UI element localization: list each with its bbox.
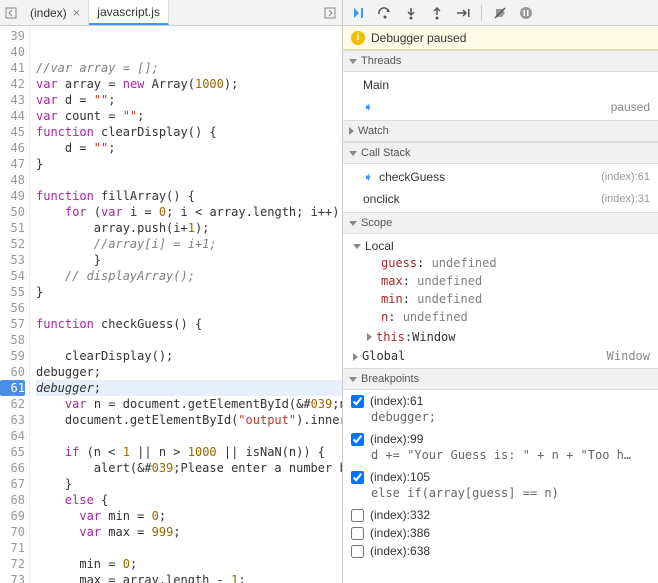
breakpoint-code: else if(array[guess] == n): [343, 486, 633, 506]
callstack-frame[interactable]: onclick (index):31: [343, 188, 658, 210]
section-label: Threads: [361, 55, 401, 67]
tabs-nav-left[interactable]: [0, 0, 22, 25]
tab-label: javascript.js: [97, 5, 160, 19]
var-value: undefined: [432, 256, 497, 270]
breakpoint-location: (index):61: [370, 394, 423, 408]
var-name: max: [381, 274, 403, 288]
breakpoint-location: (index):638: [370, 544, 430, 558]
section-label: Breakpoints: [361, 373, 419, 385]
scope-variable[interactable]: guess: undefined: [343, 256, 658, 274]
breakpoint-checkbox[interactable]: [351, 509, 364, 522]
info-icon: i: [351, 31, 365, 45]
this-value: Window: [412, 330, 455, 344]
pause-exceptions-button[interactable]: [514, 2, 538, 24]
line-gutter: 3940414243444546474849505152535455565758…: [0, 26, 30, 583]
close-icon[interactable]: ×: [73, 5, 81, 20]
section-label: Scope: [361, 217, 392, 229]
breakpoint-location: (index):99: [370, 432, 423, 446]
var-value: undefined: [417, 292, 482, 306]
deactivate-breakpoints-button[interactable]: [488, 2, 512, 24]
expand-icon: [353, 244, 361, 249]
status-text: Debugger paused: [371, 31, 466, 45]
expand-icon: [349, 127, 354, 135]
code-editor[interactable]: 3940414243444546474849505152535455565758…: [0, 26, 342, 583]
step-out-button[interactable]: [425, 2, 449, 24]
breakpoint-row[interactable]: (index):332: [343, 506, 658, 524]
expand-icon: [353, 353, 358, 361]
frame-function: checkGuess: [379, 170, 445, 184]
tab-index[interactable]: (index) ×: [22, 0, 89, 25]
step-button[interactable]: [451, 2, 475, 24]
breakpoint-checkbox[interactable]: [351, 433, 364, 446]
scope-global[interactable]: Global Window: [343, 346, 658, 366]
step-over-button[interactable]: [373, 2, 397, 24]
section-label: Watch: [358, 125, 389, 137]
step-into-button[interactable]: [399, 2, 423, 24]
scope-variable[interactable]: min: undefined: [343, 292, 658, 310]
tab-label: (index): [30, 6, 67, 20]
global-label: Global: [362, 349, 405, 363]
code-lines: //var array = [];var array = new Array(1…: [30, 26, 342, 583]
expand-icon: [349, 59, 357, 64]
debugger-toolbar: [343, 0, 658, 26]
current-frame-icon: ➧: [363, 170, 373, 184]
expand-icon: [349, 377, 357, 382]
breakpoint-row[interactable]: (index):99: [343, 430, 658, 448]
var-name: min: [381, 292, 403, 306]
breakpoint-checkbox[interactable]: [351, 395, 364, 408]
tab-javascript[interactable]: javascript.js: [89, 0, 169, 25]
breakpoint-location: (index):105: [370, 470, 430, 484]
breakpoints-header[interactable]: Breakpoints: [343, 368, 658, 390]
breakpoint-row[interactable]: (index):386: [343, 524, 658, 542]
frame-location: (index):31: [601, 193, 650, 205]
breakpoint-row[interactable]: (index):638: [343, 542, 658, 560]
watch-header[interactable]: Watch: [343, 120, 658, 142]
scope-this[interactable]: this: Window: [343, 328, 658, 346]
thread-name: Main: [363, 78, 389, 92]
scope-variable[interactable]: max: undefined: [343, 274, 658, 292]
debugger-status: i Debugger paused: [343, 26, 658, 50]
section-label: Call Stack: [361, 147, 411, 159]
breakpoint-code: debugger;: [343, 410, 633, 430]
resume-button[interactable]: [347, 2, 371, 24]
breakpoint-checkbox[interactable]: [351, 471, 364, 484]
scope-header[interactable]: Scope: [343, 212, 658, 234]
var-value: undefined: [417, 274, 482, 288]
paused-label: paused: [611, 100, 650, 114]
var-name: n: [381, 310, 388, 324]
local-label: Local: [365, 239, 394, 253]
expand-icon: [367, 333, 372, 341]
frame-location: (index):61: [601, 171, 650, 183]
thread-paused-row: ➧ paused: [343, 96, 658, 118]
var-name: guess: [381, 256, 417, 270]
expand-icon: [349, 221, 357, 226]
tabs-bar: (index) × javascript.js: [0, 0, 342, 26]
breakpoint-row[interactable]: (index):105: [343, 468, 658, 486]
expand-icon: [349, 151, 357, 156]
breakpoint-code: d += "Your Guess is: " + n + "Too high, …: [343, 448, 633, 468]
breakpoint-row[interactable]: (index):61: [343, 392, 658, 410]
callstack-header[interactable]: Call Stack: [343, 142, 658, 164]
scope-local-header[interactable]: Local: [343, 236, 658, 256]
breakpoint-location: (index):386: [370, 526, 430, 540]
callstack-frame[interactable]: ➧ checkGuess (index):61: [343, 166, 658, 188]
var-value: undefined: [403, 310, 468, 324]
this-label: this: [376, 330, 405, 344]
frame-function: onclick: [363, 192, 400, 206]
global-value: Window: [607, 349, 650, 363]
scope-variable[interactable]: n: undefined: [343, 310, 658, 328]
thread-main[interactable]: Main: [343, 74, 658, 96]
arrow-icon: ➧: [363, 100, 373, 114]
breakpoint-checkbox[interactable]: [351, 545, 364, 558]
more-tabs-button[interactable]: [318, 7, 342, 19]
breakpoint-checkbox[interactable]: [351, 527, 364, 540]
breakpoint-location: (index):332: [370, 508, 430, 522]
threads-header[interactable]: Threads: [343, 50, 658, 72]
